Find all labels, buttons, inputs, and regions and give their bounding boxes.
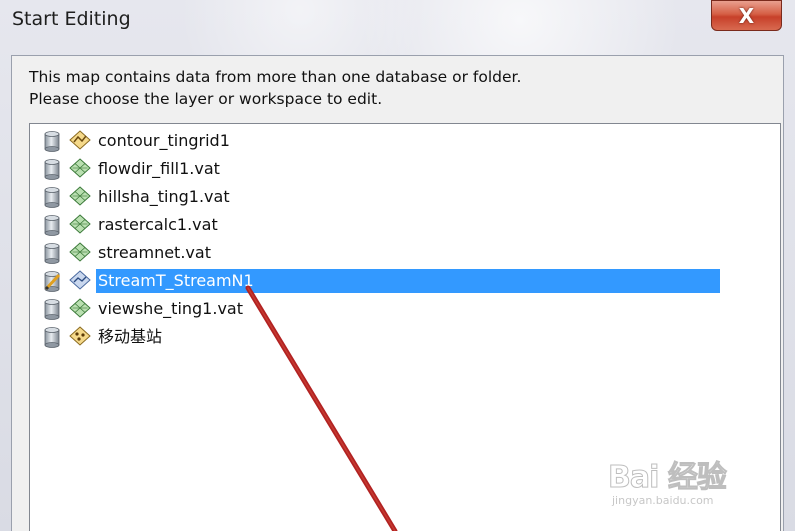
database-icon (44, 159, 60, 180)
watermark-logo: Bai 经验 jingyan.baidu.com (608, 452, 768, 512)
close-button[interactable]: X (711, 0, 782, 31)
list-item-streamt-streamn1[interactable]: StreamT_StreamN1 (40, 268, 720, 294)
list-item-hillsha-ting1[interactable]: hillsha_ting1.vat (40, 184, 232, 210)
raster-layer-icon (69, 158, 91, 178)
list-item-label: flowdir_fill1.vat (98, 159, 220, 178)
list-item-mobile-base-station[interactable]: 移动基站 (40, 324, 164, 350)
database-icon (44, 215, 60, 236)
database-icon (44, 299, 60, 320)
list-item-label: hillsha_ting1.vat (98, 187, 230, 206)
window-title: Start Editing (12, 8, 131, 30)
instructions-line-1: This map contains data from more than on… (29, 68, 522, 86)
raster-layer-icon (69, 214, 91, 234)
start-editing-dialog: Start Editing X This map contains data f… (0, 0, 795, 531)
tin-layer-icon (69, 130, 91, 150)
list-item-label: contour_tingrid1 (98, 131, 230, 150)
edit-database-icon (44, 271, 61, 292)
close-icon: X (738, 3, 755, 28)
list-item-label: 移动基站 (98, 327, 163, 346)
list-item-label: streamnet.vat (98, 243, 211, 262)
instructions-text: This map contains data from more than on… (29, 66, 521, 110)
raster-layer-icon (69, 242, 91, 262)
list-item-flowdir-fill1[interactable]: flowdir_fill1.vat (40, 156, 222, 182)
point-layer-icon (69, 326, 91, 346)
watermark-site: jingyan.baidu.com (612, 494, 714, 507)
instructions-line-2: Please choose the layer or workspace to … (29, 90, 383, 108)
list-item-streamnet[interactable]: streamnet.vat (40, 240, 213, 266)
list-item-rastercalc1[interactable]: rastercalc1.vat (40, 212, 220, 238)
raster-layer-icon (69, 186, 91, 206)
raster-layer-icon (69, 298, 91, 318)
list-item-label: viewshe_ting1.vat (98, 299, 243, 318)
database-icon (44, 243, 60, 264)
database-icon (44, 187, 60, 208)
database-icon (44, 131, 60, 152)
list-item-viewshe-ting1[interactable]: viewshe_ting1.vat (40, 296, 245, 322)
list-item-label: rastercalc1.vat (98, 215, 218, 234)
list-item-contour-tingrid1[interactable]: contour_tingrid1 (40, 128, 232, 154)
list-item-label: StreamT_StreamN1 (96, 269, 720, 293)
line-layer-icon (69, 270, 91, 290)
watermark-brand: Bai 经验 (608, 460, 728, 496)
database-icon (44, 327, 60, 348)
